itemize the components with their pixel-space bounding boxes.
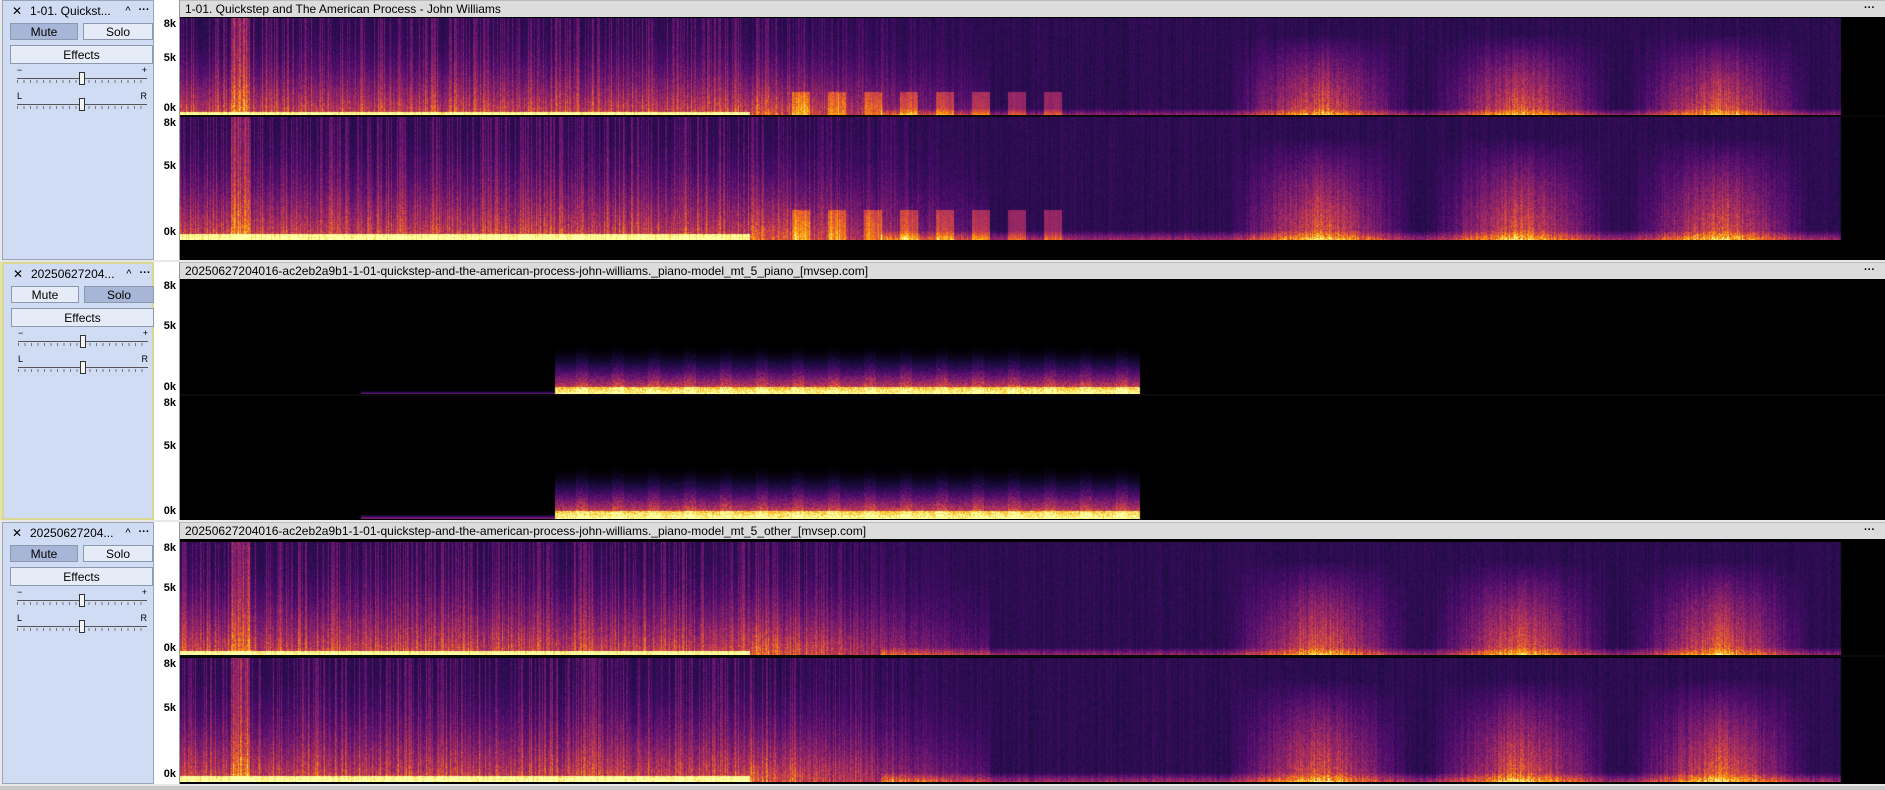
pan-slider[interactable]: L R <box>18 354 148 374</box>
freq-label: 8k <box>163 18 176 30</box>
clip-title: 20250627204016-ac2eb2a9b1-1-01-quickstep… <box>185 264 869 278</box>
track-name-button[interactable]: 20250627204... <box>30 525 122 541</box>
gain-max-label: + <box>141 65 147 75</box>
clip-title: 20250627204016-ac2eb2a9b1-1-01-quickstep… <box>185 524 867 538</box>
freq-label: 0k <box>163 505 176 517</box>
gain-max-label: + <box>142 328 148 338</box>
clip-title: 1-01. Quickstep and The American Process… <box>185 2 501 16</box>
close-icon[interactable]: ✕ <box>10 3 24 19</box>
horizontal-scrollbar[interactable] <box>0 786 1885 790</box>
pan-right-label: R <box>140 613 148 623</box>
freq-label: 5k <box>163 160 176 172</box>
gain-slider[interactable]: − + <box>17 587 147 607</box>
track-3[interactable]: ✕ 20250627204... ^ ··· Mute Solo Effects… <box>0 522 1885 784</box>
ellipsis-icon[interactable]: ··· <box>1864 523 1875 537</box>
pan-right-label: R <box>141 354 149 364</box>
freq-label: 0k <box>163 102 176 114</box>
freq-label: 5k <box>163 702 176 714</box>
freq-label: 8k <box>163 117 176 129</box>
freq-label: 0k <box>163 226 176 238</box>
track-control-panel[interactable]: ✕ 20250627204... ^ ··· Mute Solo Effects… <box>2 522 154 784</box>
gain-slider[interactable]: − + <box>17 65 147 85</box>
track-control-panel[interactable]: ✕ 1-01. Quickst... ^ ··· Mute Solo Effec… <box>2 0 154 260</box>
audio-clip[interactable]: 20250627204016-ac2eb2a9b1-1-01-quickstep… <box>180 262 1885 520</box>
freq-label: 5k <box>163 582 176 594</box>
frequency-ruler[interactable]: 8k 5k 0k 8k 5k 0k <box>154 522 180 784</box>
pan-right-label: R <box>140 91 148 101</box>
pan-slider-thumb[interactable] <box>79 98 85 111</box>
track-name-button[interactable]: 20250627204... <box>31 266 123 282</box>
effects-button[interactable]: Effects <box>11 308 154 327</box>
freq-label: 8k <box>163 280 176 292</box>
pan-slider[interactable]: L R <box>17 613 147 633</box>
channel-divider <box>180 394 1885 396</box>
ellipsis-icon[interactable]: ··· <box>137 525 151 541</box>
pan-slider-thumb[interactable] <box>79 620 85 633</box>
freq-label: 5k <box>163 320 176 332</box>
mute-button[interactable]: Mute <box>11 286 79 303</box>
spectrogram-channel-2[interactable] <box>180 397 1885 519</box>
channel-divider <box>180 655 1885 657</box>
mute-button[interactable]: Mute <box>10 545 78 562</box>
track-control-panel[interactable]: ✕ 20250627204... ^ ··· Mute Solo Effects… <box>2 262 154 520</box>
track-1[interactable]: ✕ 1-01. Quickst... ^ ··· Mute Solo Effec… <box>0 0 1885 260</box>
pan-left-label: L <box>17 613 23 623</box>
audio-clip[interactable]: 1-01. Quickstep and The American Process… <box>180 0 1885 260</box>
solo-button[interactable]: Solo <box>83 545 153 562</box>
gain-slider-thumb[interactable] <box>80 335 86 348</box>
track-2[interactable]: ✕ 20250627204... ^ ··· Mute Solo Effects… <box>0 262 1885 520</box>
ellipsis-icon[interactable]: ··· <box>1864 263 1875 277</box>
gain-slider[interactable]: − + <box>18 328 148 348</box>
ellipsis-icon[interactable]: ··· <box>1864 1 1875 15</box>
spectrogram-channel-2[interactable] <box>180 117 1885 240</box>
spectrogram-channel-1[interactable] <box>180 18 1885 116</box>
freq-label: 0k <box>163 768 176 780</box>
track-name-button[interactable]: 1-01. Quickst... <box>30 3 122 19</box>
freq-label: 5k <box>163 440 176 452</box>
freq-label: 8k <box>163 542 176 554</box>
clip-title-bar[interactable]: 1-01. Quickstep and The American Process… <box>180 0 1885 17</box>
chevron-up-icon[interactable]: ^ <box>122 266 136 282</box>
spectrogram-channel-1[interactable] <box>180 542 1885 656</box>
pan-slider[interactable]: L R <box>17 91 147 111</box>
pan-slider-thumb[interactable] <box>80 361 86 374</box>
freq-label: 5k <box>163 52 176 64</box>
frequency-ruler[interactable]: 8k 5k 0k 8k 5k 0k <box>154 0 180 260</box>
freq-label: 8k <box>163 397 176 409</box>
mute-button[interactable]: Mute <box>10 23 78 40</box>
freq-label: 0k <box>163 381 176 393</box>
solo-button[interactable]: Solo <box>84 286 154 303</box>
pan-left-label: L <box>17 91 23 101</box>
clip-title-bar[interactable]: 20250627204016-ac2eb2a9b1-1-01-quickstep… <box>180 262 1885 279</box>
audio-clip[interactable]: 20250627204016-ac2eb2a9b1-1-01-quickstep… <box>180 522 1885 784</box>
gain-slider-thumb[interactable] <box>79 594 85 607</box>
clip-title-bar[interactable]: 20250627204016-ac2eb2a9b1-1-01-quickstep… <box>180 522 1885 539</box>
gain-slider-thumb[interactable] <box>79 72 85 85</box>
frequency-ruler[interactable]: 8k 5k 0k 8k 5k 0k <box>154 262 180 520</box>
spectrogram-channel-2[interactable] <box>180 658 1885 782</box>
chevron-up-icon[interactable]: ^ <box>121 3 135 19</box>
gain-max-label: + <box>141 587 147 597</box>
gain-min-label: − <box>18 328 24 338</box>
effects-button[interactable]: Effects <box>10 45 153 64</box>
ellipsis-icon[interactable]: ··· <box>137 3 151 19</box>
pan-left-label: L <box>18 354 24 364</box>
effects-button[interactable]: Effects <box>10 567 153 586</box>
spectrogram-channel-1[interactable] <box>180 280 1885 395</box>
freq-label: 0k <box>163 642 176 654</box>
gain-min-label: − <box>17 65 23 75</box>
close-icon[interactable]: ✕ <box>10 525 24 541</box>
chevron-up-icon[interactable]: ^ <box>121 525 135 541</box>
freq-label: 8k <box>163 658 176 670</box>
ellipsis-icon[interactable]: ··· <box>138 266 152 282</box>
solo-button[interactable]: Solo <box>83 23 153 40</box>
gain-min-label: − <box>17 587 23 597</box>
close-icon[interactable]: ✕ <box>11 266 25 282</box>
